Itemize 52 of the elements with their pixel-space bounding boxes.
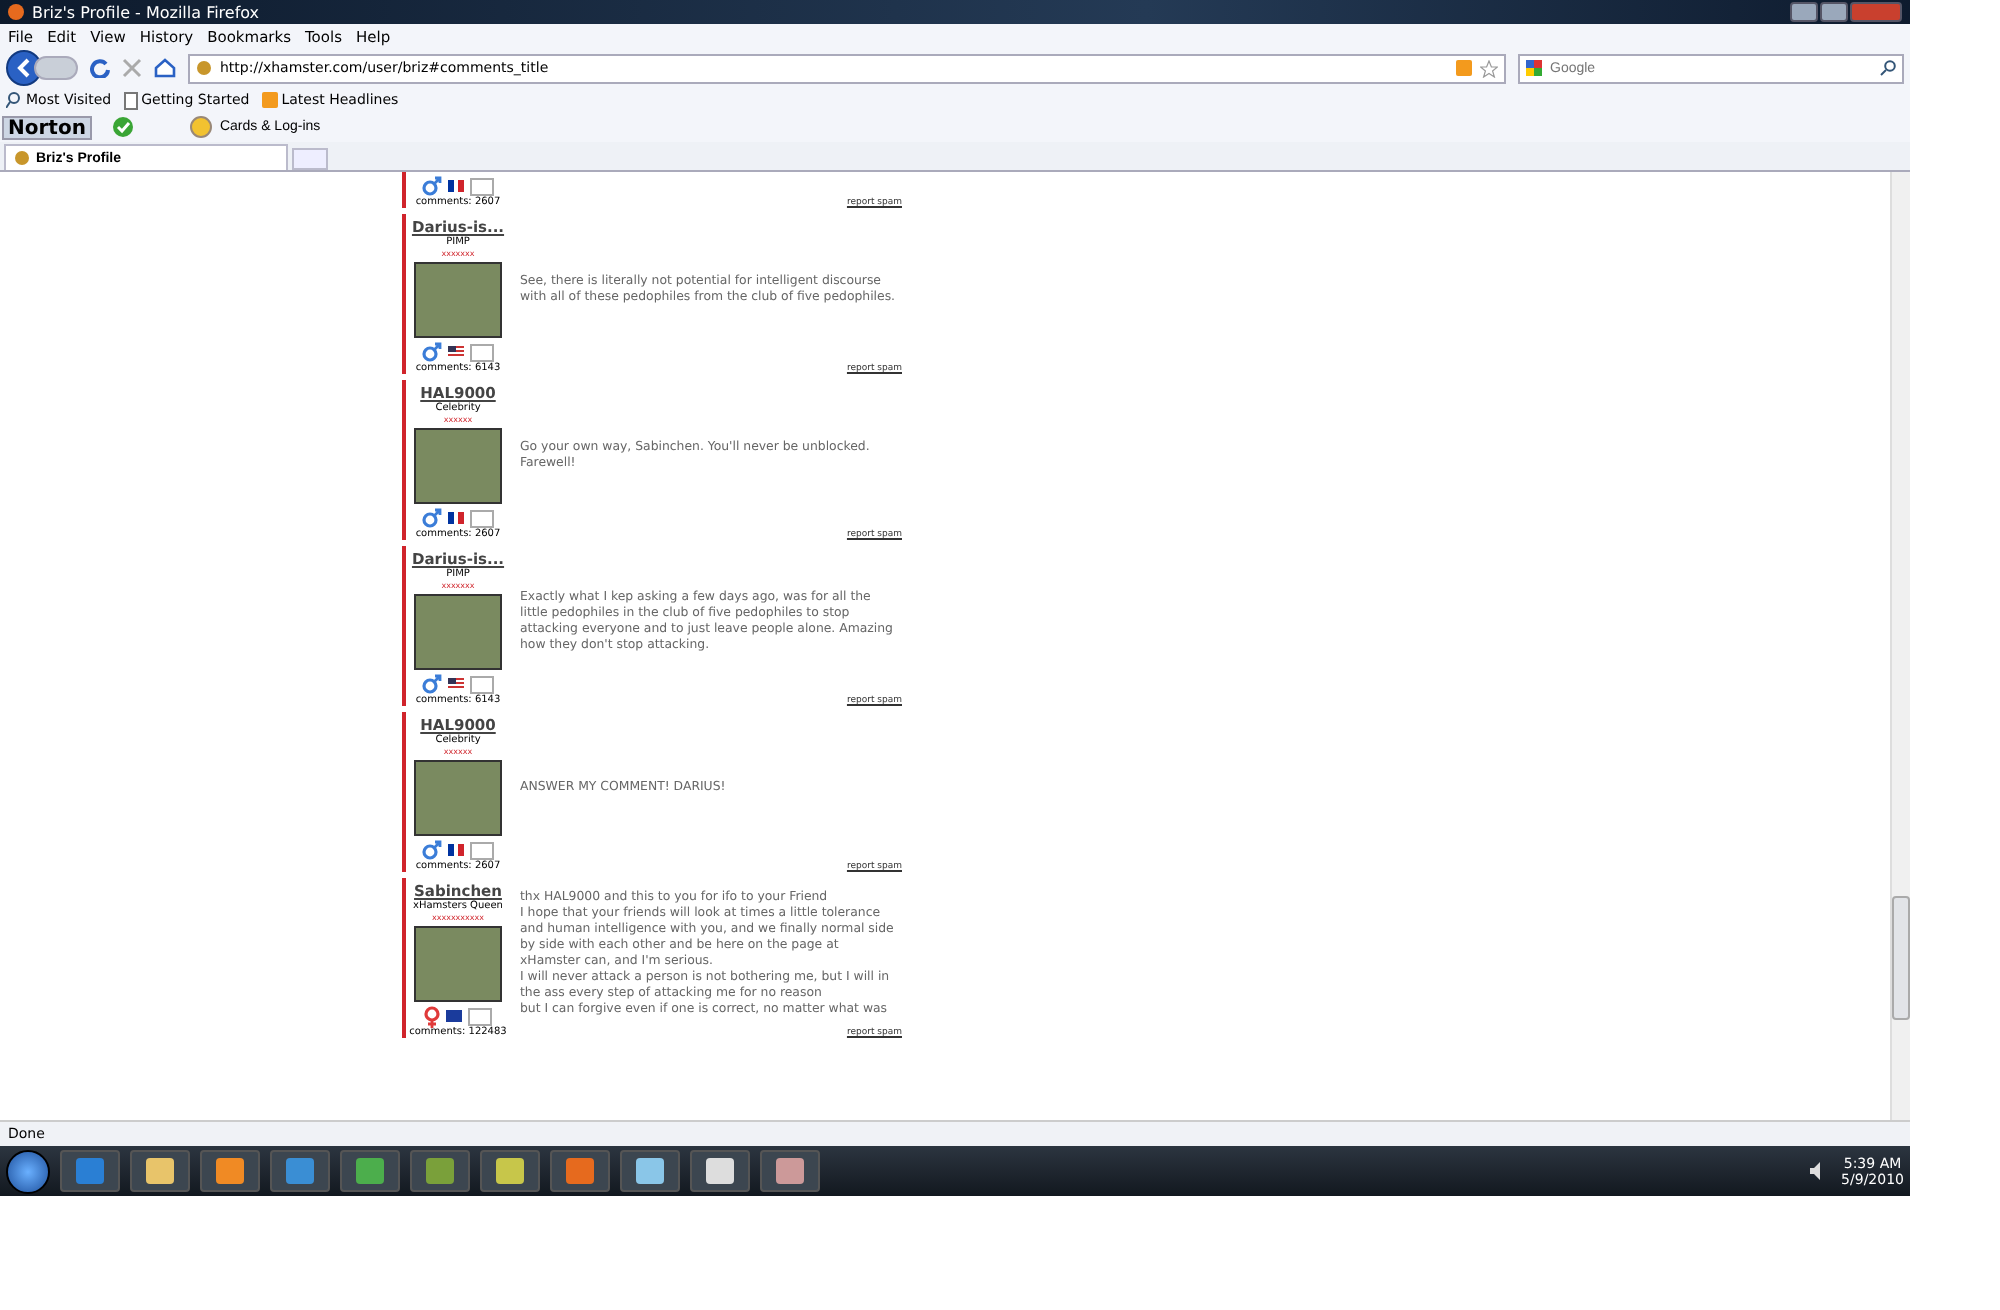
envelope-icon [470,675,494,693]
app-icon [76,1158,104,1184]
envelope-icon [470,841,494,859]
taskbar-app-button[interactable] [620,1150,680,1192]
window-title: Briz's Profile - Mozilla Firefox [32,3,260,21]
search-icon[interactable] [1880,60,1896,76]
taskbar-app-button[interactable] [130,1150,190,1192]
taskbar-app-button[interactable] [340,1150,400,1192]
app-icon [356,1158,384,1184]
speaker-icon[interactable] [1807,1162,1826,1180]
forward-button[interactable] [34,56,78,80]
france-flag-icon [448,180,464,192]
minimize-button[interactable] [1790,2,1818,22]
photo-placeholder [414,760,502,836]
star-icon[interactable] [1480,59,1498,77]
envelope-icon [470,509,494,527]
photo-placeholder [414,926,502,1002]
app-icon [566,1158,594,1184]
feed-icon [261,92,278,108]
search-engine-icon [1526,60,1542,76]
magnifier-icon [6,92,22,108]
photo-placeholder [414,428,502,504]
start-button[interactable] [6,1149,50,1193]
envelope-icon [470,177,494,195]
maximize-button[interactable] [1820,2,1848,22]
male-symbol-icon [422,176,442,196]
scrollbar-thumb[interactable] [1892,896,1910,1020]
app-icon [496,1158,524,1184]
app-icon [426,1158,454,1184]
taskbar-app-button[interactable] [690,1150,750,1192]
stop-icon[interactable] [122,58,142,78]
taskbar-app-button[interactable] [200,1150,260,1192]
back-button[interactable] [6,50,42,86]
envelope-icon [468,1007,492,1025]
app-icon [286,1158,314,1184]
app-icon [776,1158,804,1184]
app-icon [216,1158,244,1184]
photo-placeholder [414,594,502,670]
taskbar-app-button[interactable] [760,1150,820,1192]
app-icon [146,1158,174,1184]
taskbar-app-button[interactable] [550,1150,610,1192]
check-circle-icon[interactable] [111,116,134,138]
norton-button[interactable]: Norton [2,115,92,139]
taskbar-app-button[interactable] [410,1150,470,1192]
app-icon [636,1158,664,1184]
taskbar-app-button[interactable] [480,1150,540,1192]
reload-icon[interactable] [90,58,110,78]
app-icon [706,1158,734,1184]
photo-placeholder [414,262,502,338]
scrollbar[interactable] [1890,172,1910,1120]
home-icon[interactable] [154,58,176,78]
envelope-icon [470,343,494,361]
